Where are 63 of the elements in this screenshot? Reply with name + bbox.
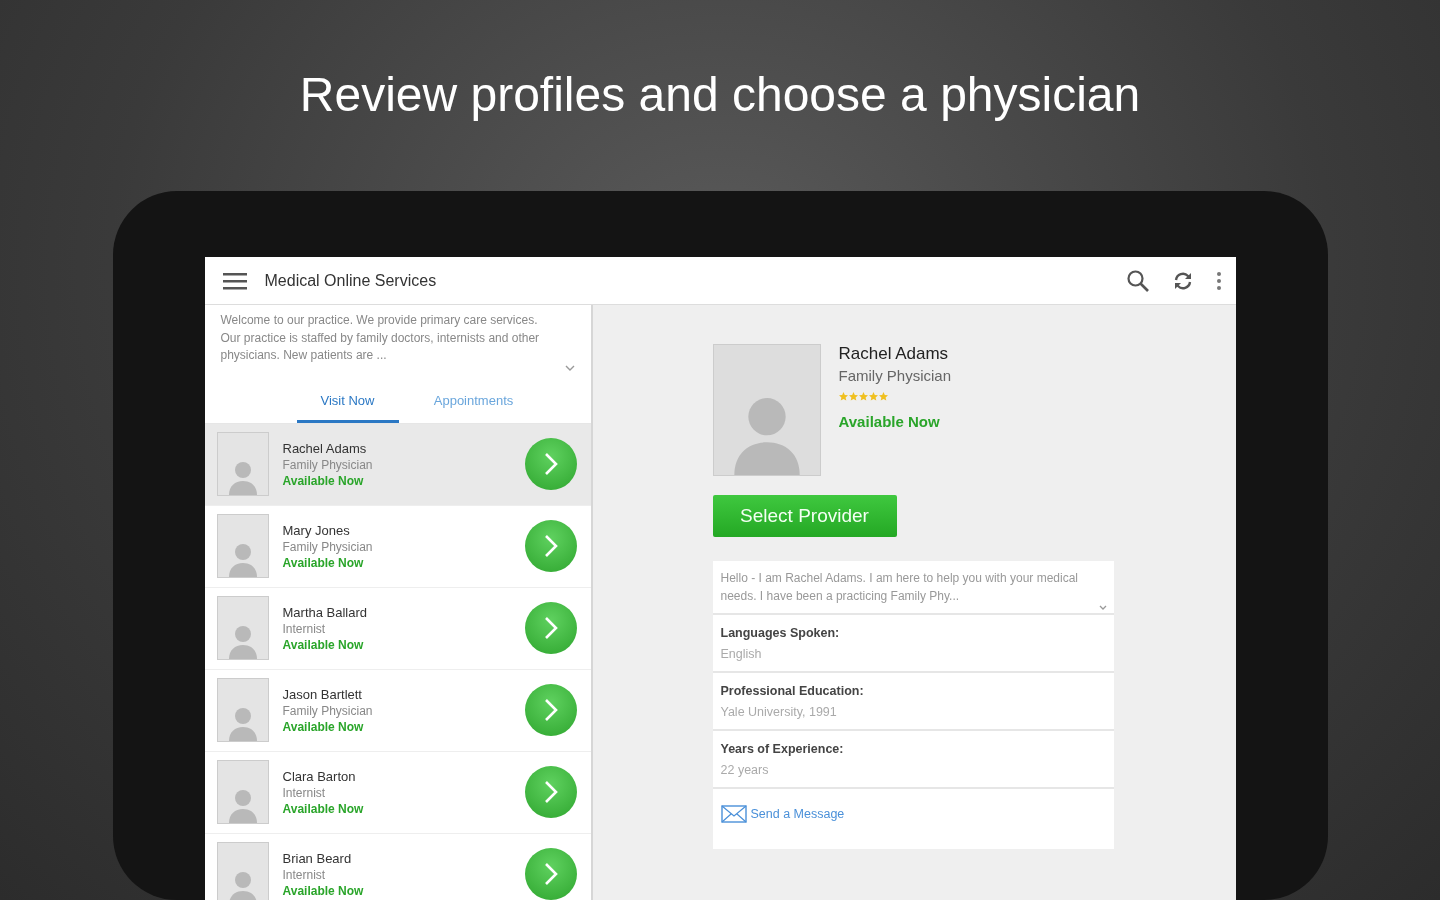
expand-button[interactable] — [1097, 604, 1108, 611]
availability-status: Available Now — [282, 555, 365, 570]
practice-description: Welcome to our practice. We provide primary care services. Our practice is staffed by family doctors, internists and other physicians. New patients are ... — [220, 312, 541, 364]
provider-specialty: Family Physician — [838, 367, 952, 384]
provider-name: Jason Bartlett — [282, 686, 363, 702]
provider-name: Rachel Adams — [282, 440, 368, 456]
open-provider-button[interactable] — [524, 848, 577, 900]
person-silhouette-icon — [227, 869, 258, 900]
star-icon — [848, 392, 858, 401]
availability-status: Available Now — [282, 801, 365, 816]
availability-status: Available Now — [282, 473, 365, 488]
open-provider-button[interactable] — [524, 438, 577, 490]
provider-bio: Hello - I am Rachel Adams. I am here to help you with your medical needs. I have been a practicing Family Phy... — [720, 570, 1079, 605]
field-value: Yale University, 1991 — [720, 704, 838, 721]
app-title: Medical Online Services — [264, 271, 437, 290]
provider-name: Rachel Adams — [838, 344, 950, 364]
provider-specialty: Family Physician — [282, 703, 374, 718]
star-icon — [838, 392, 848, 401]
chevron-right-icon — [543, 780, 558, 804]
chevron-right-icon — [543, 616, 558, 640]
star-icon — [878, 392, 888, 401]
provider-name: Brian Beard — [282, 850, 353, 866]
chevron-right-icon — [543, 534, 558, 558]
chevron-down-icon — [1098, 605, 1107, 610]
availability-status: Available Now — [282, 637, 365, 652]
field-value: English — [720, 646, 763, 663]
chevron-right-icon — [543, 862, 558, 886]
more-icon — [1215, 270, 1222, 291]
provider-specialty: Internist — [282, 621, 327, 636]
field-value: 22 years — [720, 762, 770, 779]
provider-specialty: Family Physician — [282, 539, 374, 554]
availability-status: Available Now — [282, 719, 365, 734]
provider-specialty: Internist — [282, 867, 327, 882]
chevron-right-icon — [543, 698, 558, 722]
provider-specialty: Internist — [282, 785, 327, 800]
envelope-icon — [720, 805, 747, 823]
field-label: Professional Education: — [720, 683, 865, 700]
menu-icon — [222, 271, 247, 290]
availability-status: Available Now — [282, 883, 365, 898]
send-message-link[interactable]: Send a Message — [720, 805, 845, 823]
person-silhouette-icon — [227, 787, 258, 823]
star-icon — [858, 392, 868, 401]
person-silhouette-icon — [227, 459, 258, 495]
provider-row[interactable]: Rachel Adams Family Physician Available Now — [204, 423, 591, 506]
open-provider-button[interactable] — [524, 602, 577, 654]
provider-name: Mary Jones — [282, 522, 351, 538]
provider-name: Clara Barton — [282, 768, 357, 784]
person-silhouette-icon — [227, 623, 258, 659]
headline: Review profiles and choose a physician — [299, 67, 1141, 123]
provider-specialty: Family Physician — [282, 457, 374, 472]
search-icon — [1125, 268, 1150, 293]
chevron-down-icon — [564, 364, 575, 371]
field-label: Years of Experience: — [720, 741, 845, 758]
person-silhouette-icon — [227, 541, 258, 577]
availability-status: Available Now — [838, 413, 941, 430]
star-icon — [868, 392, 878, 401]
provider-name: Martha Ballard — [282, 604, 369, 620]
open-provider-button[interactable] — [524, 766, 577, 818]
field-label: Languages Spoken: — [720, 625, 841, 642]
open-provider-button[interactable] — [524, 520, 577, 572]
open-provider-button[interactable] — [524, 684, 577, 736]
person-silhouette-icon — [227, 705, 258, 741]
chevron-right-icon — [543, 452, 558, 476]
